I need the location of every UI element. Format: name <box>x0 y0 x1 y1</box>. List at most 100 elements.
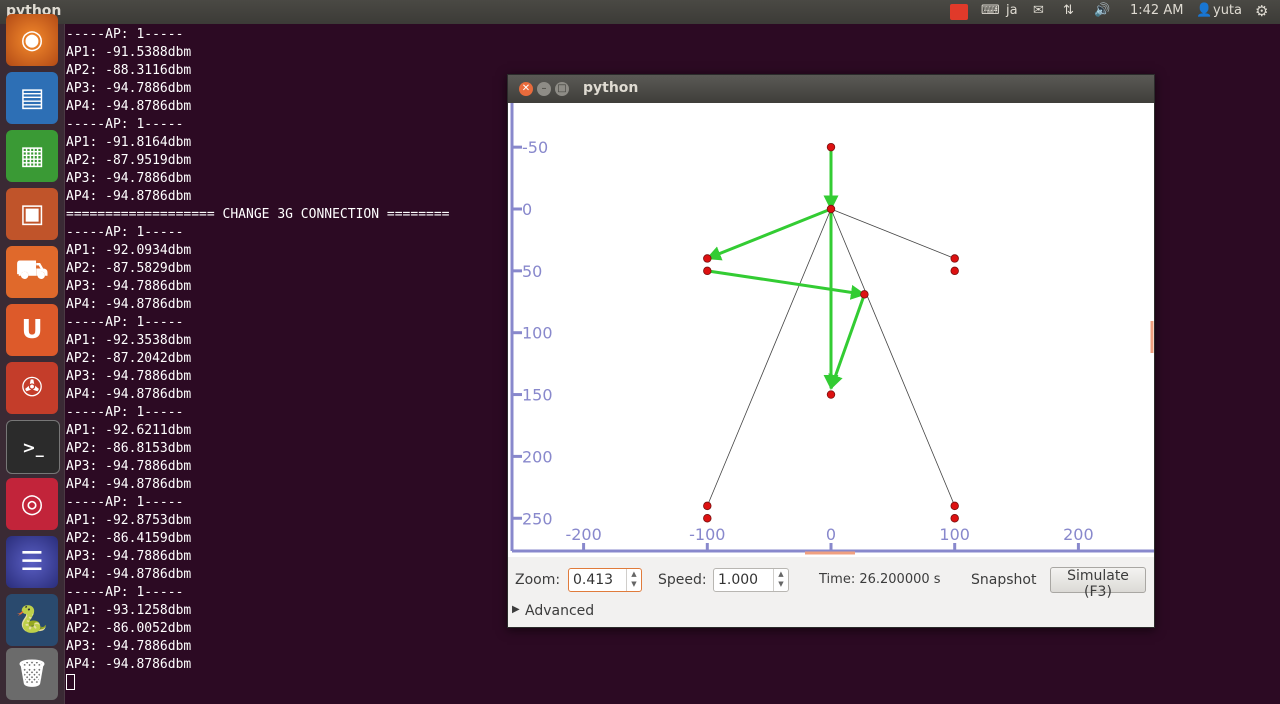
y-tick-label: 0 <box>522 200 532 219</box>
python-window: ✕ – □ python -50 0 50 100 150 200 250 -200 -100 0… <box>507 74 1155 628</box>
link-line <box>830 208 956 507</box>
terminal-line: AP4: -94.8786dbm <box>66 99 192 114</box>
network-icon[interactable]: ⇅ <box>1063 3 1074 18</box>
software-center-icon[interactable]: ⛟ <box>6 246 58 298</box>
terminal-line: AP4: -94.8786dbm <box>66 387 192 402</box>
terminal-line: AP3: -94.7886dbm <box>66 171 192 186</box>
terminal-line: AP3: -94.7886dbm <box>66 459 192 474</box>
terminal-line: AP1: -92.6211dbm <box>66 423 192 438</box>
terminal-line: AP1: -91.5388dbm <box>66 45 192 60</box>
eclipse-icon[interactable]: ☰ <box>6 536 58 588</box>
time-display: Time: 26.200000 s <box>819 572 941 587</box>
keyboard-layout[interactable]: ja <box>1006 3 1018 18</box>
y-tick-label: 50 <box>522 262 542 281</box>
clock[interactable]: 1:42 AM <box>1130 3 1183 18</box>
y-tick-label: 200 <box>522 447 553 466</box>
terminal-line: AP3: -94.7886dbm <box>66 81 192 96</box>
impress-icon[interactable]: ▣ <box>6 188 58 240</box>
terminal-line: AP2: -87.5829dbm <box>66 261 192 276</box>
trash-icon[interactable]: 🗑 <box>6 648 58 700</box>
terminal-line: AP2: -86.0052dbm <box>66 621 192 636</box>
terminal-output[interactable]: -----AP: 1----- AP1: -91.5388dbm AP2: -88.… <box>66 26 450 693</box>
minimize-icon[interactable]: – <box>537 82 551 96</box>
terminal-line: AP1: -92.3538dbm <box>66 333 192 348</box>
x-tick-label: 100 <box>939 525 970 544</box>
calc-icon[interactable]: ▦ <box>6 130 58 182</box>
system-settings-icon[interactable]: ✇ <box>6 362 58 414</box>
zoom-stepper-icon[interactable]: ▲ ▼ <box>626 569 641 591</box>
terminal-line: AP2: -86.4159dbm <box>66 531 192 546</box>
y-tick-label: 150 <box>522 386 553 405</box>
terminal-icon[interactable]: >_ <box>6 420 60 474</box>
node-point <box>860 290 869 299</box>
terminal-line: -----AP: 1----- <box>66 117 184 132</box>
simulate-button[interactable]: Simulate (F3) <box>1050 567 1146 600</box>
top-panel: python ⌨ ja ✉ ⇅ 🔊 1:42 AM 👤 yuta ⚙ <box>0 0 1280 24</box>
simulation-canvas[interactable]: -50 0 50 100 150 200 250 -200 -100 0 100 200 <box>508 103 1154 557</box>
y-tick-label: -50 <box>522 138 548 157</box>
terminal-line: AP2: -86.8153dbm <box>66 441 192 456</box>
y-tick-label: 250 <box>522 509 553 528</box>
terminal-line: AP1: -92.0934dbm <box>66 243 192 258</box>
mail-icon[interactable]: ✉ <box>1033 3 1044 18</box>
terminal-line: -----AP: 1----- <box>66 405 184 420</box>
gear-icon[interactable]: ⚙ <box>1255 2 1268 20</box>
control-bar: Zoom: ▲▼ Speed: ▲▼ Time: 26.200000 s Sna… <box>508 557 1154 627</box>
window-title: python <box>583 80 639 96</box>
window-titlebar[interactable]: ✕ – □ python <box>508 75 1154 103</box>
app-red-icon[interactable]: ◎ <box>6 478 58 530</box>
node-point <box>950 254 959 263</box>
terminal-line: AP3: -94.7886dbm <box>66 549 192 564</box>
node-point <box>703 254 712 263</box>
expander-arrow-icon[interactable]: ▶ <box>512 604 520 615</box>
terminal-line: AP1: -93.1258dbm <box>66 603 192 618</box>
terminal-line: -----AP: 1----- <box>66 27 184 42</box>
link-line <box>830 208 955 259</box>
ubuntu-one-icon[interactable]: U <box>6 304 58 356</box>
terminal-cursor <box>66 674 75 690</box>
zoom-label: Zoom: <box>515 572 561 588</box>
terminal-line: AP1: -92.8753dbm <box>66 513 192 528</box>
node-point <box>950 266 959 276</box>
user-name[interactable]: yuta <box>1213 3 1242 18</box>
node-point <box>950 501 959 511</box>
advanced-expander[interactable]: Advanced <box>525 603 594 619</box>
topology-plot[interactable]: -50 0 50 100 150 200 250 -200 -100 0 100 200 <box>508 103 1154 557</box>
x-tick-label: -100 <box>689 525 725 544</box>
firefox-icon[interactable]: ◉ <box>6 14 58 66</box>
terminal-line: AP4: -94.8786dbm <box>66 477 192 492</box>
terminal-line: =================== CHANGE 3G CONNECTION… <box>66 207 450 222</box>
speed-input[interactable] <box>718 570 774 590</box>
terminal-line: -----AP: 1----- <box>66 315 184 330</box>
node-point <box>826 204 836 214</box>
volume-icon[interactable]: 🔊 <box>1094 3 1110 18</box>
node-point <box>826 390 836 399</box>
terminal-line: -----AP: 1----- <box>66 495 184 510</box>
node-point <box>703 514 712 523</box>
terminal-line: AP2: -87.2042dbm <box>66 351 192 366</box>
terminal-line: -----AP: 1----- <box>66 225 184 240</box>
terminal-line: AP4: -94.8786dbm <box>66 657 192 672</box>
terminal-line: -----AP: 1----- <box>66 585 184 600</box>
terminal-line: AP2: -87.9519dbm <box>66 153 192 168</box>
movement-arrow <box>705 207 832 261</box>
x-tick-label: -200 <box>565 525 601 544</box>
zoom-input[interactable] <box>573 570 629 590</box>
python-icon[interactable]: 🐍 <box>6 594 58 646</box>
node-point <box>826 142 836 152</box>
maximize-icon[interactable]: □ <box>555 82 569 96</box>
writer-icon[interactable]: ▤ <box>6 72 58 124</box>
x-tick-label: 0 <box>826 525 836 544</box>
y-tick-label: 100 <box>522 324 553 343</box>
speed-spinner[interactable]: ▲▼ <box>713 568 789 592</box>
terminal-line: AP4: -94.8786dbm <box>66 567 192 582</box>
keyboard-icon[interactable]: ⌨ <box>981 3 1000 18</box>
zoom-spinner[interactable]: ▲▼ <box>568 568 642 592</box>
close-icon[interactable]: ✕ <box>519 82 533 96</box>
speed-stepper-icon[interactable]: ▲ ▼ <box>773 569 788 591</box>
speed-label: Speed: <box>658 572 707 588</box>
terminal-line: AP3: -94.7886dbm <box>66 369 192 384</box>
terminal-line: AP3: -94.7886dbm <box>66 279 192 294</box>
snapshot-label[interactable]: Snapshot <box>971 572 1036 588</box>
record-indicator-icon[interactable] <box>950 4 968 20</box>
